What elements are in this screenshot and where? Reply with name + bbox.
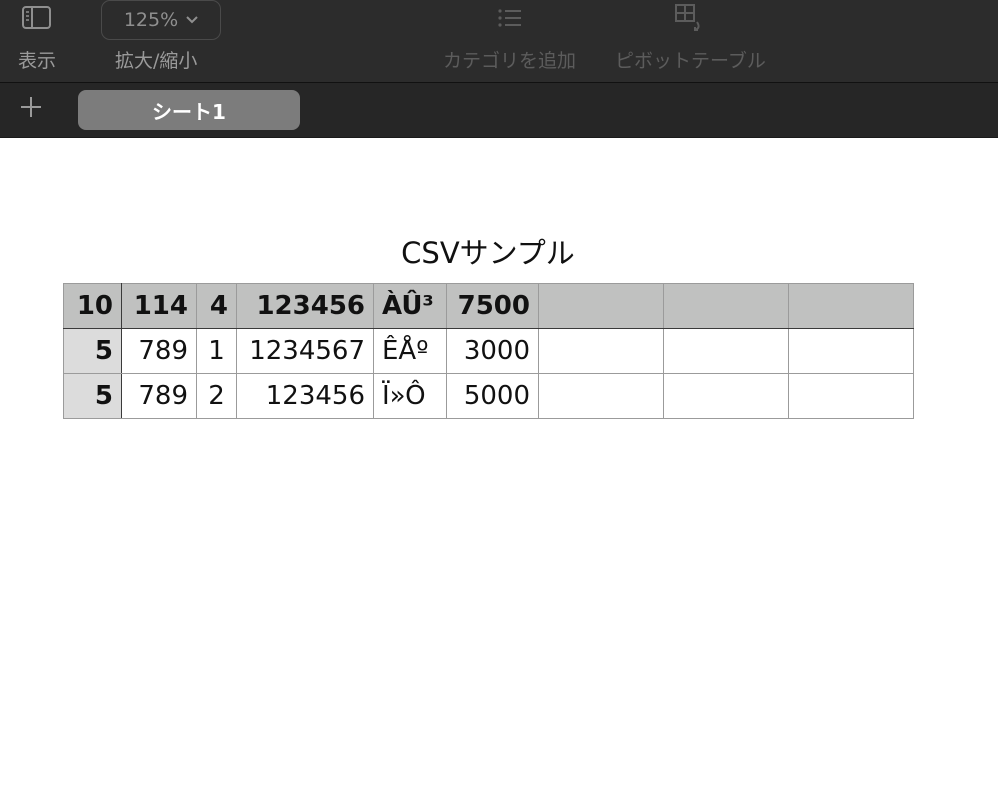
- table-cell[interactable]: [538, 283, 664, 329]
- view-label: 表示: [18, 50, 57, 72]
- table-cell[interactable]: 123456: [236, 283, 374, 329]
- table-title[interactable]: CSVサンプル: [0, 230, 976, 272]
- table-cell[interactable]: 789: [121, 328, 197, 374]
- pivot-label: ピボットテーブル: [615, 50, 766, 72]
- data-table[interactable]: 10 114 4 123456 ÀÛ³ 7500 5 789 1 1234567…: [63, 283, 914, 419]
- table-cell[interactable]: [788, 373, 914, 419]
- table-cell[interactable]: 5: [63, 373, 122, 419]
- tab-sheet1[interactable]: シート1: [78, 90, 300, 130]
- table-cell[interactable]: Ï»Ô: [373, 373, 447, 419]
- table-cell[interactable]: 10: [63, 283, 122, 329]
- table-cell[interactable]: 114: [121, 283, 197, 329]
- list-icon: [497, 9, 521, 27]
- add-sheet-button[interactable]: [18, 94, 44, 120]
- table-cell[interactable]: 2: [196, 373, 237, 419]
- table-cell[interactable]: 789: [121, 373, 197, 419]
- table-cell[interactable]: [788, 283, 914, 329]
- pivot-table-button[interactable]: ピボットテーブル: [615, 2, 766, 72]
- zoom-label: 拡大/縮小: [115, 50, 198, 72]
- table-cell[interactable]: 7500: [446, 283, 539, 329]
- zoom-select[interactable]: 125%: [101, 0, 221, 40]
- table-cell[interactable]: [538, 328, 664, 374]
- sheet-canvas: CSVサンプル 10 114 4 123456 ÀÛ³ 7500 5 789 1…: [0, 138, 998, 806]
- plus-icon: [21, 97, 41, 117]
- table-cell[interactable]: 1: [196, 328, 237, 374]
- toolbar: 表示 125% 拡大/縮小 カテゴリを追加 ピボットテーブル: [0, 0, 998, 83]
- zoom-button[interactable]: 拡大/縮小: [115, 50, 197, 72]
- zoom-value: 125%: [123, 9, 179, 31]
- view-button[interactable]: 表示: [18, 4, 56, 72]
- table-cell[interactable]: [788, 328, 914, 374]
- table-cell[interactable]: 123456: [236, 373, 374, 419]
- table-cell[interactable]: ÊÅº: [373, 328, 447, 374]
- table-cell[interactable]: 5: [63, 328, 122, 374]
- table-cell[interactable]: [538, 373, 664, 419]
- add-category-label: カテゴリを追加: [443, 50, 577, 72]
- pivot-table-icon: [675, 4, 701, 31]
- table-header-row: 10 114 4 123456 ÀÛ³ 7500: [63, 283, 914, 329]
- table-cell[interactable]: 1234567: [236, 328, 374, 374]
- table-cell[interactable]: [663, 283, 789, 329]
- chevron-down-icon: [186, 16, 198, 24]
- add-category-button[interactable]: カテゴリを追加: [443, 4, 576, 72]
- table-cell[interactable]: 5000: [446, 373, 539, 419]
- table-cell[interactable]: [663, 328, 789, 374]
- table-cell[interactable]: 3000: [446, 328, 539, 374]
- table-row: 5 789 2 123456 Ï»Ô 5000: [63, 373, 914, 419]
- table-row: 5 789 1 1234567 ÊÅº 3000: [63, 328, 914, 374]
- table-cell[interactable]: 4: [196, 283, 237, 329]
- table-cell[interactable]: [663, 373, 789, 419]
- sidebar-icon: [22, 6, 51, 29]
- table-cell[interactable]: ÀÛ³: [373, 283, 447, 329]
- sheet-tab-bar: シート1: [0, 83, 998, 138]
